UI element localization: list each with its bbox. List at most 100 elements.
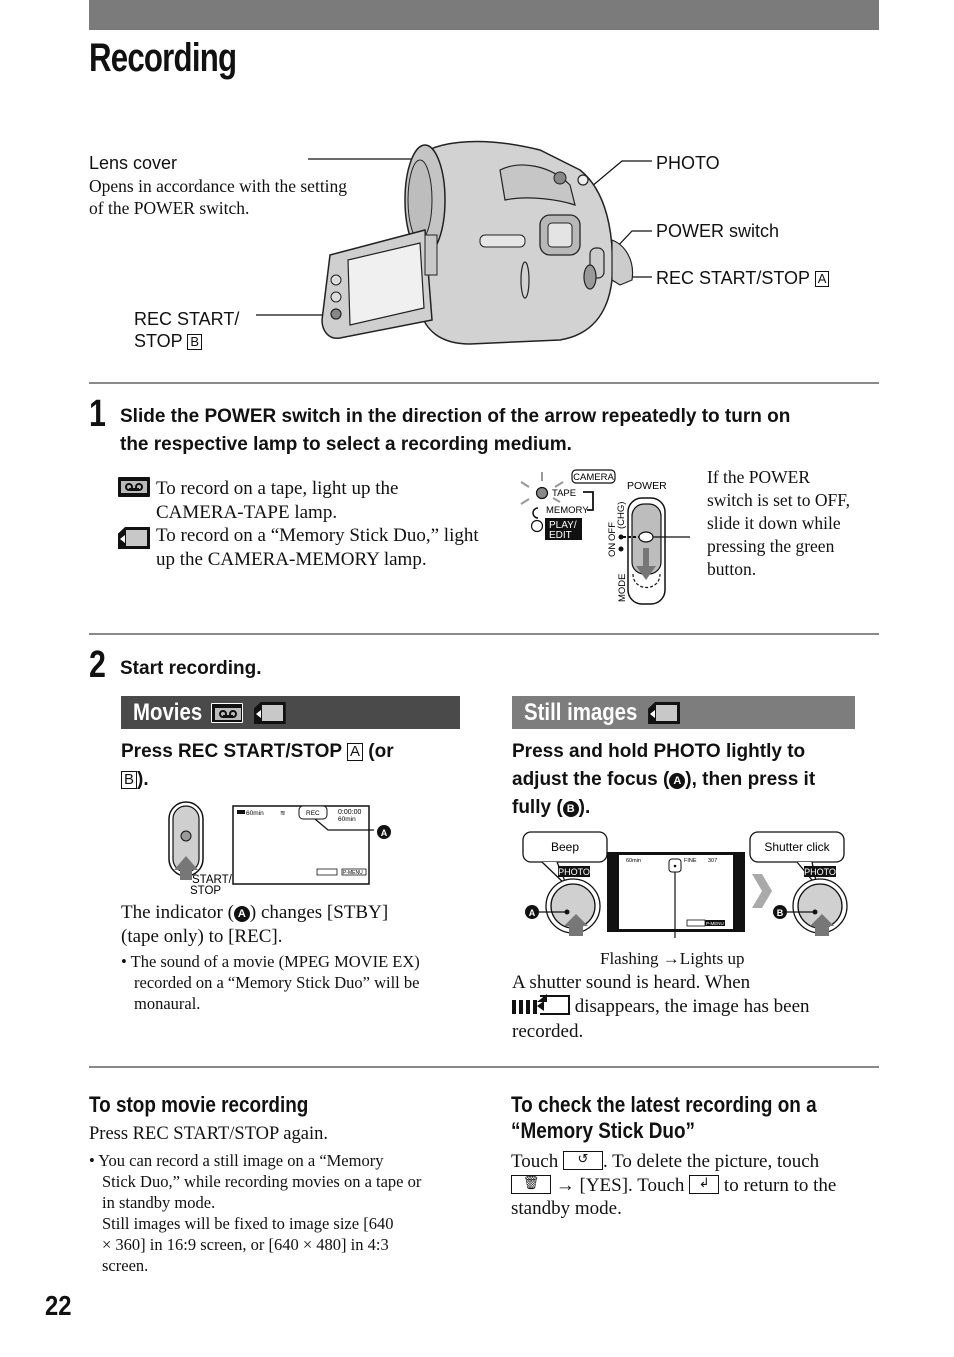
marker-a: A xyxy=(346,743,363,761)
stop-section-heading: To stop movie recording xyxy=(89,1092,309,1117)
on-label: ON xyxy=(607,543,618,557)
stop-label: STOP xyxy=(190,885,221,897)
marker-b-icon: B xyxy=(562,801,579,817)
movies-instruction: Press REC START/STOP A (or B). xyxy=(121,738,394,794)
next-arrow-icon xyxy=(752,874,772,908)
movies-result: The indicator (A) changes [STBY] (tape o… xyxy=(121,901,388,948)
memory-label: MEMORY xyxy=(546,505,589,516)
marker-a: A xyxy=(814,271,830,287)
still-images-band: Still images xyxy=(512,696,855,729)
check-heading-line2: “Memory Stick Duo” xyxy=(511,1118,695,1143)
lens-cover xyxy=(407,159,433,241)
marker-b: B xyxy=(187,334,203,350)
review-button-icon: ↺ xyxy=(562,1151,603,1170)
check-text: Touch xyxy=(511,1151,559,1172)
movies-instruction-end: ). xyxy=(137,769,149,790)
movies-instruction-or: (or xyxy=(368,741,394,762)
svg-text:A: A xyxy=(529,908,536,918)
memory-instruction-line2: up the CAMERA-MEMORY lamp. xyxy=(156,548,427,570)
movies-result-line2: (tape only) to [REC]. xyxy=(121,925,283,947)
divider-1 xyxy=(89,382,879,384)
photo-label: PHOTO xyxy=(656,153,720,173)
still-instruction-line1: Press and hold PHOTO lightly to xyxy=(512,741,806,762)
power-switch-label: POWER switch xyxy=(656,221,780,241)
still-instruction-end: ). xyxy=(578,797,591,818)
note-line: If the POWER xyxy=(707,467,811,487)
divider-2 xyxy=(89,633,879,635)
still-remaining: 60min xyxy=(626,858,641,864)
svg-text:A: A xyxy=(381,828,388,838)
note-line: button. xyxy=(707,559,757,579)
rec-start-stop-a-label: REC START/STOP A xyxy=(656,267,830,289)
note-line: × 360] in 16:9 screen, or [640 × 480] in… xyxy=(102,1235,389,1254)
power-label: POWER xyxy=(627,480,667,492)
tape-icon xyxy=(118,477,150,499)
note-line: pressing the green xyxy=(707,536,835,556)
stop-section-note: • You can record a still image on a “Mem… xyxy=(89,1151,422,1275)
svg-text:B: B xyxy=(777,908,784,918)
focus-caption: Flashing →Lights up xyxy=(600,949,745,968)
check-heading-line1: To check the latest recording on a xyxy=(511,1092,817,1117)
photo-button xyxy=(577,174,589,186)
tape-instruction-line2: CAMERA-TAPE lamp. xyxy=(156,501,338,523)
movies-result-text: The indicator ( xyxy=(121,902,234,923)
power-switch-note: If the POWER switch is set to OFF, slide… xyxy=(707,466,850,581)
header-bar xyxy=(89,0,879,30)
memory-instruction: To record on a “Memory Stick Duo,” light… xyxy=(156,524,479,571)
rec-start-stop-a-text: REC START/STOP xyxy=(656,268,810,288)
note-line: The sound of a movie (MPEG MOVIE EX) xyxy=(130,952,420,971)
power-switch-diagram: CAMERA TAPE MEMORY PLAY/ EDIT POWER (CHG… xyxy=(520,469,690,605)
still-result-line3: recorded. xyxy=(512,1021,584,1042)
step-1-heading: Slide the POWER switch in the direction … xyxy=(120,403,790,459)
photo-label-right: PHOTO xyxy=(804,867,836,877)
beep-label: Beep xyxy=(551,840,579,854)
still-instruction-text: adjust the focus ( xyxy=(512,769,670,790)
rec-indicator: REC xyxy=(306,810,320,817)
marker-b: B xyxy=(121,771,138,789)
note-line: screen. xyxy=(102,1256,149,1275)
marker-a-icon: A xyxy=(669,773,686,789)
still-instruction: Press and hold PHOTO lightly to adjust t… xyxy=(512,738,815,822)
photo-label-left: PHOTO xyxy=(558,867,590,877)
still-band-label: Still images xyxy=(524,699,638,726)
lens-cover-description-2: of the POWER switch. xyxy=(89,198,250,218)
return-button-icon: ↲ xyxy=(689,1174,720,1194)
check-section-heading: To check the latest recording on a “Memo… xyxy=(511,1092,817,1144)
note-line: Stick Duo,” while recording movies on a … xyxy=(102,1172,422,1191)
step-2-heading: Start recording. xyxy=(120,658,262,679)
movies-band: Movies xyxy=(121,696,460,729)
movies-instruction-text: Press REC START/STOP xyxy=(121,741,342,762)
rec-start-stop-a-button xyxy=(583,264,597,290)
check-section-body: Touch ↺. To delete the picture, touch 🗑 … xyxy=(511,1150,836,1221)
note-line: in standby mode. xyxy=(102,1193,216,1212)
camcorder-illustration xyxy=(256,140,652,345)
svg-text:≋: ≋ xyxy=(280,810,286,817)
step-1-heading-line2: the respective lamp to select a recordin… xyxy=(120,434,572,455)
marker-a-icon: A xyxy=(233,906,250,922)
still-pmenu: P-MENU xyxy=(706,921,724,926)
lens-cover-label: Lens cover xyxy=(89,153,178,173)
memory-stick-icon xyxy=(118,527,150,550)
memory-lamp-icon xyxy=(532,507,539,519)
divider-3 xyxy=(89,1066,879,1068)
rec-start-stop-b-button xyxy=(330,308,342,320)
still-images-illustration: Beep PHOTO A 60min FINE 307 P-MENU Shutt… xyxy=(522,831,848,938)
play-lamp-icon xyxy=(530,519,544,533)
movies-band-label: Movies xyxy=(133,699,203,726)
still-instruction-text-2: ), then press it xyxy=(685,769,816,790)
shutter-click-label: Shutter click xyxy=(764,840,830,854)
memory-stick-outline-icon xyxy=(537,994,570,1015)
time-counter: 0:00:00 xyxy=(338,809,361,816)
check-text-4: to return to the xyxy=(723,1174,837,1196)
page-number: 22 xyxy=(45,1290,72,1321)
remaining-time: 60min xyxy=(246,810,264,817)
step-1-heading-line1: Slide the POWER switch in the direction … xyxy=(120,406,791,427)
memory-instruction-line1: To record on a “Memory Stick Duo,” light xyxy=(156,525,479,546)
still-count: 307 xyxy=(708,858,717,864)
tape-instruction: To record on a tape, light up the CAMERA… xyxy=(156,477,398,524)
stop-section-body: Press REC START/STOP again. xyxy=(89,1124,328,1144)
note-line: slide it down while xyxy=(707,513,841,533)
check-text-2: . To delete the picture, touch xyxy=(602,1151,820,1172)
movies-illustration: START/ STOP 60min ≋ REC 0:00:00 60min A … xyxy=(168,801,391,897)
still-instruction-text-3: fully ( xyxy=(512,797,563,818)
